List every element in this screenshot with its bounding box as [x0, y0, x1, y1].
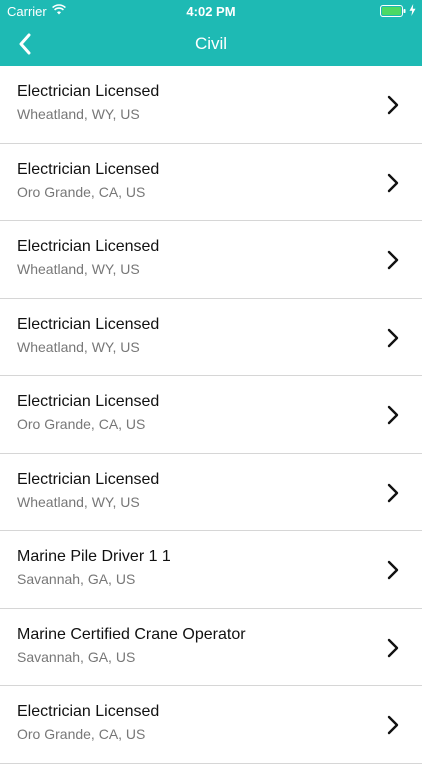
list-item[interactable]: Electrician Licensed Wheatland, WY, US	[0, 298, 422, 376]
charging-bolt-icon	[409, 4, 416, 16]
job-location: Oro Grande, CA, US	[17, 726, 146, 742]
chevron-right-icon	[387, 715, 399, 735]
chevron-right-icon	[387, 560, 399, 580]
list-item[interactable]: Electrician Licensed Oro Grande, CA, US	[0, 686, 422, 764]
job-title: Marine Pile Driver 1 1	[17, 548, 171, 565]
chevron-right-icon	[387, 328, 399, 347]
job-location: Wheatland, WY, US	[17, 493, 140, 510]
chevron-right-icon	[387, 483, 399, 502]
list-item[interactable]: Marine Certified Crane Operator Savannah…	[0, 608, 422, 686]
job-location: Savannah, GA, US	[17, 571, 136, 587]
job-title: Marine Certified Crane Operator	[17, 625, 246, 643]
list-item[interactable]: Electrician Licensed Wheatland, WY, US	[0, 453, 422, 531]
app-header: Carrier 4:02 PM Civil	[0, 0, 422, 66]
job-location: Savannah, GA, US	[17, 648, 136, 665]
list-item[interactable]: Electrician Licensed Oro Grande, CA, US	[0, 143, 422, 221]
list-item[interactable]: Electrician Licensed Wheatland, WY, US	[0, 66, 422, 144]
status-bar: Carrier 4:02 PM	[0, 0, 422, 22]
job-location: Wheatland, WY, US	[17, 261, 140, 277]
chevron-right-icon	[387, 95, 399, 115]
job-title: Electrician Licensed	[17, 315, 160, 333]
job-title: Electrician Licensed	[17, 470, 160, 488]
page-title: Civil	[194, 34, 228, 53]
job-location: Oro Grande, CA, US	[17, 416, 146, 432]
job-location: Wheatland, WY, US	[17, 338, 140, 355]
job-title: Electrician Licensed	[17, 393, 160, 410]
list-item[interactable]: Electrician Licensed Oro Grande, CA, US	[0, 376, 422, 454]
chevron-right-icon	[387, 405, 399, 425]
job-list: Electrician Licensed Wheatland, WY, US E…	[0, 66, 422, 764]
job-location: Oro Grande, CA, US	[17, 183, 146, 200]
job-title: Electrician Licensed	[17, 238, 160, 255]
job-title: Electrician Licensed	[17, 160, 160, 178]
job-title: Electrician Licensed	[17, 83, 160, 100]
job-title: Electrician Licensed	[17, 703, 160, 720]
chevron-right-icon	[387, 250, 399, 270]
list-item[interactable]: Marine Pile Driver 1 1 Savannah, GA, US	[0, 531, 422, 609]
status-time: 4:02 PM	[186, 4, 236, 19]
job-location: Wheatland, WY, US	[17, 106, 140, 122]
navigation-bar: Civil	[0, 22, 422, 66]
chevron-right-icon	[387, 173, 399, 192]
battery-icon	[380, 5, 406, 17]
list-item[interactable]: Electrician Licensed Wheatland, WY, US	[0, 221, 422, 299]
chevron-right-icon	[387, 638, 399, 657]
